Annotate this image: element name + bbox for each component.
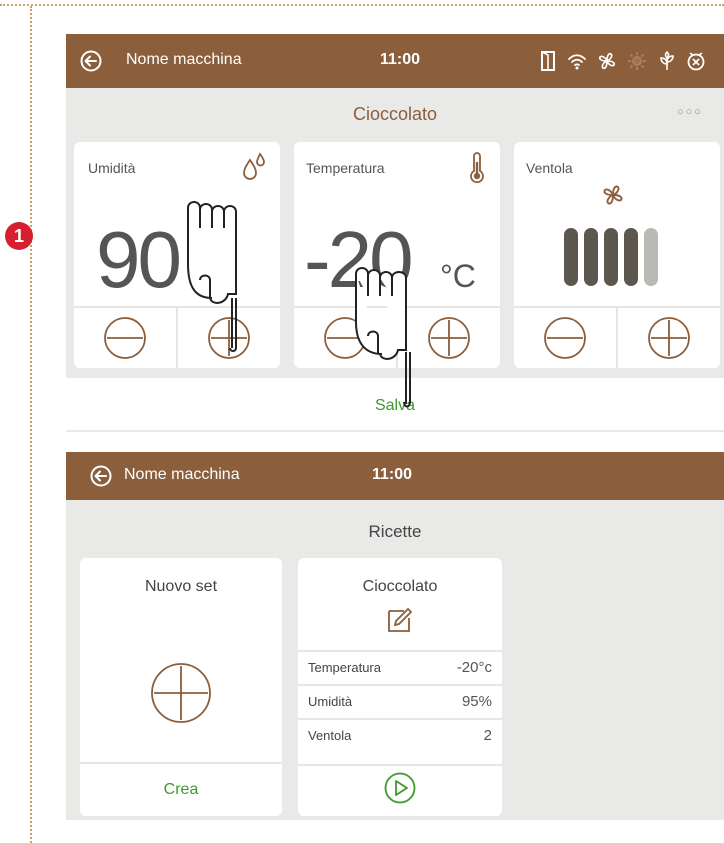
plus-circle-icon — [648, 317, 690, 359]
fan-icon — [598, 52, 616, 70]
temperature-card: Temperatura -20 °C — [294, 142, 500, 368]
create-button[interactable]: Crea — [80, 764, 282, 816]
thermometer-icon — [470, 152, 484, 184]
recipe-params: Temperatura -20°c Umidità 95% Ventola 2 — [298, 650, 502, 752]
temperature-decrease-button[interactable] — [294, 308, 396, 368]
header-bar: Nome macchina 11:00 — [66, 34, 724, 88]
fan-level-bar — [604, 228, 618, 286]
minus-circle-icon — [324, 317, 366, 359]
divider — [298, 764, 502, 766]
fan-increase-button[interactable] — [616, 308, 720, 368]
defrost-icon — [628, 52, 646, 70]
fan-card: Ventola — [514, 142, 720, 368]
back-arrow-icon[interactable] — [90, 465, 112, 487]
status-icons — [540, 50, 706, 72]
recipe-card: Cioccolato Temperatura -20°c Umidità 95%… — [298, 558, 502, 816]
param-value: 95% — [461, 693, 492, 710]
fan-level-bar — [624, 228, 638, 286]
param-value: 2 — [483, 727, 492, 744]
param-label: Ventola — [308, 728, 352, 743]
plus-circle-icon — [428, 317, 470, 359]
step-marker: 1 — [5, 222, 33, 250]
fan-level-bar — [584, 228, 598, 286]
clock: 11:00 — [372, 466, 413, 483]
dotted-border-top — [0, 4, 724, 6]
wifi-icon — [568, 54, 586, 70]
fan-level-bar — [644, 228, 658, 286]
recipes-screen: Nome macchina 11:00 Ricette Nuovo set Cr… — [66, 452, 724, 820]
temperature-increase-button[interactable] — [396, 308, 500, 368]
recipe-row-fan: Ventola 2 — [298, 718, 502, 752]
more-options-button[interactable]: ○○○ — [677, 106, 703, 118]
humidity-label: Umidità — [88, 160, 136, 176]
fan-label: Ventola — [526, 160, 573, 176]
plant-icon — [660, 50, 674, 70]
fan-level-bars — [564, 228, 674, 286]
machine-name: Nome macchina — [124, 466, 240, 483]
fan-decrease-button[interactable] — [514, 308, 616, 368]
param-value: -20°c — [456, 659, 492, 676]
machine-name: Nome macchina — [126, 51, 242, 68]
temperature-label: Temperatura — [306, 160, 385, 176]
header-bar: Nome macchina 11:00 — [66, 452, 724, 500]
humidity-drops-icon — [243, 152, 265, 180]
param-label: Umidità — [308, 694, 353, 709]
humidity-increase-button[interactable] — [176, 308, 280, 368]
new-set-card[interactable]: Nuovo set Crea — [80, 558, 282, 816]
fan-controls — [514, 306, 720, 368]
fan-level-bar — [564, 228, 578, 286]
plus-circle-icon — [208, 317, 250, 359]
minus-circle-icon — [544, 317, 586, 359]
temperature-value: -20 — [304, 215, 414, 304]
alarm-icon — [687, 52, 705, 71]
play-button[interactable] — [384, 772, 416, 804]
minus-circle-icon — [104, 317, 146, 359]
door-icon — [541, 51, 555, 71]
recipe-row-temperature: Temperatura -20°c — [298, 650, 502, 684]
page-title: Ricette — [368, 522, 422, 541]
humidity-controls — [74, 306, 280, 368]
back-arrow-icon[interactable] — [80, 50, 102, 72]
param-label: Temperatura — [308, 660, 381, 675]
recipe-title: Cioccolato — [352, 104, 438, 124]
recipe-card-title: Cioccolato — [362, 578, 438, 595]
new-set-title: Nuovo set — [144, 578, 218, 595]
temperature-unit: °C — [440, 258, 476, 294]
climate-settings-screen: Nome macchina 11:00 Cioccolato ○○○ Umidi… — [66, 34, 724, 432]
recipe-row-humidity: Umidità 95% — [298, 684, 502, 718]
humidity-value: 90 — [96, 215, 182, 304]
clock: 11:00 — [380, 51, 421, 68]
temperature-controls — [294, 306, 500, 368]
humidity-card: Umidità 90 — [74, 142, 280, 368]
dotted-border-left — [30, 6, 32, 843]
save-button[interactable]: Salva — [66, 378, 724, 430]
edit-icon[interactable] — [386, 606, 414, 634]
fan-speed-icon — [603, 185, 623, 205]
add-circle-icon[interactable] — [150, 662, 212, 724]
humidity-decrease-button[interactable] — [74, 308, 176, 368]
